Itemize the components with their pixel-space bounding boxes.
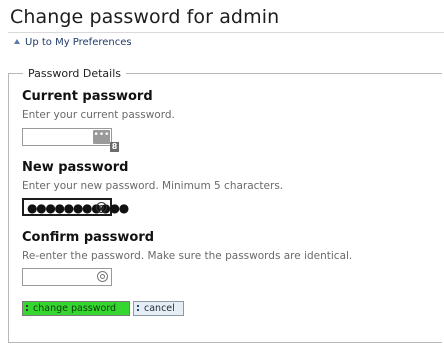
- new-password-field[interactable]: ●●●●●●●●●●●: [22, 198, 129, 216]
- title-divider: [8, 32, 444, 33]
- password-manager-count: 8: [110, 142, 119, 152]
- up-arrow-icon: [14, 39, 20, 44]
- cancel-button[interactable]: cancel: [133, 301, 184, 316]
- change-password-page: Change password for admin Up to My Prefe…: [0, 0, 444, 360]
- up-to-preferences-label: Up to My Preferences: [25, 37, 132, 48]
- up-to-preferences-link[interactable]: Up to My Preferences: [14, 37, 132, 48]
- new-password-hint: Enter your new password. Minimum 5 chara…: [22, 180, 284, 192]
- current-password-label: Current password: [22, 89, 153, 104]
- button-grip-icon: [137, 305, 139, 307]
- change-password-button[interactable]: change password: [22, 301, 130, 316]
- page-title: Change password for admin: [10, 6, 280, 28]
- confirm-password-field[interactable]: [22, 268, 112, 286]
- reveal-password-icon[interactable]: [96, 202, 107, 213]
- button-grip-icon: [26, 305, 28, 307]
- current-password-hint: Enter your current password.: [22, 109, 175, 121]
- reveal-password-icon[interactable]: [97, 271, 108, 282]
- cancel-button-label: cancel: [144, 303, 175, 314]
- new-password-label: New password: [22, 160, 129, 175]
- change-password-button-label: change password: [33, 303, 117, 314]
- new-password-masked-value: ●●●●●●●●●●●: [27, 201, 129, 215]
- password-manager-badge-text: •••: [93, 130, 110, 140]
- password-manager-icon[interactable]: ••• 8: [93, 130, 119, 152]
- confirm-password-hint: Re-enter the password. Make sure the pas…: [22, 250, 353, 262]
- current-password-field[interactable]: ••• 8: [22, 128, 119, 152]
- confirm-password-label: Confirm password: [22, 230, 155, 245]
- fieldset-legend: Password Details: [23, 67, 127, 80]
